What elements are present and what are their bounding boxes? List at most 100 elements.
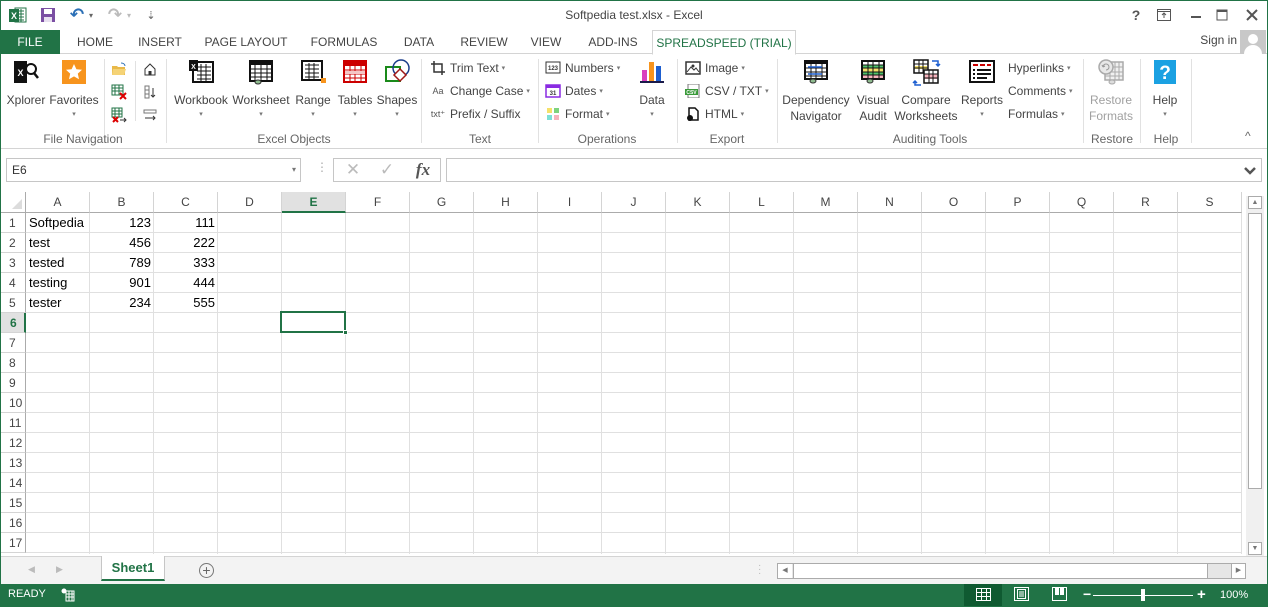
- column-header-e[interactable]: E: [282, 192, 346, 213]
- row-header-3[interactable]: 3: [0, 253, 26, 273]
- confirm-entry-icon[interactable]: ✓: [372, 160, 402, 180]
- column-header-m[interactable]: M: [794, 192, 858, 213]
- column-header-a[interactable]: A: [26, 192, 90, 213]
- horizontal-scrollbar[interactable]: ◀ ▶: [777, 563, 1246, 579]
- ribbon-display-options-icon[interactable]: [1152, 4, 1176, 26]
- data-button[interactable]: Data ▾: [634, 58, 670, 120]
- row-header-9[interactable]: 9: [0, 373, 26, 393]
- row-header-4[interactable]: 4: [0, 273, 26, 293]
- column-header-l[interactable]: L: [730, 192, 794, 213]
- worksheet-button[interactable]: Worksheet ▾: [231, 58, 291, 120]
- row-header-2[interactable]: 2: [0, 233, 26, 253]
- tab-insert[interactable]: INSERT: [132, 30, 188, 54]
- new-sheet-icon[interactable]: +: [199, 563, 214, 578]
- close-icon[interactable]: [1240, 4, 1264, 26]
- tab-data[interactable]: DATA: [394, 30, 444, 54]
- cancel-entry-icon[interactable]: ✕: [338, 160, 368, 180]
- cell-c3[interactable]: 333: [154, 253, 218, 273]
- restore-formats-button[interactable]: Restore Formats: [1086, 58, 1136, 124]
- scroll-up-button[interactable]: ▲: [1248, 196, 1262, 209]
- column-header-n[interactable]: N: [858, 192, 922, 213]
- previous-sheet-icon[interactable]: ◀: [28, 564, 35, 575]
- tables-button[interactable]: Tables ▾: [334, 58, 376, 120]
- reports-button[interactable]: Reports ▾: [960, 58, 1004, 120]
- favorites-button[interactable]: Favorites ▾: [48, 58, 100, 120]
- home-button[interactable]: [142, 59, 162, 79]
- row-header-1[interactable]: 1: [0, 213, 26, 233]
- cell-a4[interactable]: testing: [26, 273, 90, 293]
- zoom-slider-thumb[interactable]: [1141, 589, 1145, 601]
- column-header-o[interactable]: O: [922, 192, 986, 213]
- csv-txt-button[interactable]: CSV CSV / TXT ▾: [685, 81, 769, 101]
- column-header-r[interactable]: R: [1114, 192, 1178, 213]
- sign-in-link[interactable]: Sign in: [1200, 33, 1237, 47]
- cell-b3[interactable]: 789: [90, 253, 154, 273]
- sheet-tab-sheet1[interactable]: Sheet1: [101, 556, 165, 581]
- row-header-11[interactable]: 11: [0, 413, 26, 433]
- scroll-down-button[interactable]: ▼: [1248, 542, 1262, 555]
- cell-a5[interactable]: tester: [26, 293, 90, 313]
- visual-audit-button[interactable]: Visual Audit: [854, 58, 892, 124]
- move-sheets-button[interactable]: [142, 105, 162, 125]
- tab-view[interactable]: VIEW: [524, 30, 568, 54]
- zoom-level[interactable]: 100%: [1220, 589, 1248, 601]
- page-layout-view-button[interactable]: [1002, 584, 1040, 607]
- formulas-button[interactable]: Formulas ▾: [1008, 104, 1065, 124]
- cell-a3[interactable]: tested: [26, 253, 90, 273]
- zoom-out-button[interactable]: −: [1083, 586, 1091, 602]
- name-box-input[interactable]: [7, 159, 277, 181]
- tab-split-handle[interactable]: · · ·: [758, 561, 762, 579]
- row-header-16[interactable]: 16: [0, 513, 26, 533]
- cell-c4[interactable]: 444: [154, 273, 218, 293]
- expand-formula-bar-icon[interactable]: [1243, 163, 1257, 180]
- open-folder-button[interactable]: [111, 59, 131, 79]
- format-button[interactable]: Format ▾: [545, 104, 610, 124]
- formula-bar-resize-handle[interactable]: ⋮: [316, 160, 328, 174]
- comments-button[interactable]: Comments ▾: [1008, 81, 1073, 101]
- row-header-6[interactable]: 6: [0, 313, 26, 333]
- active-cell-selection[interactable]: [280, 311, 348, 335]
- cell-c1[interactable]: 111: [154, 213, 218, 233]
- help-ribbon-button[interactable]: ? Help ▾: [1146, 58, 1184, 120]
- tab-file[interactable]: FILE: [0, 30, 60, 54]
- row-header-15[interactable]: 15: [0, 493, 26, 513]
- formula-input[interactable]: [447, 159, 1227, 181]
- dependency-navigator-button[interactable]: Dependency Navigator: [780, 58, 852, 124]
- workbook-button[interactable]: X Workbook ▾: [171, 58, 231, 120]
- tab-review[interactable]: REVIEW: [454, 30, 514, 54]
- row-header-17[interactable]: 17: [0, 533, 26, 553]
- row-header-10[interactable]: 10: [0, 393, 26, 413]
- fill-handle[interactable]: [343, 330, 348, 335]
- cell-b5[interactable]: 234: [90, 293, 154, 313]
- trim-text-button[interactable]: Trim Text ▾: [430, 58, 505, 78]
- range-button[interactable]: Range ▾: [292, 58, 334, 120]
- tab-add-ins[interactable]: ADD-INS: [580, 30, 646, 54]
- minimize-icon[interactable]: [1184, 4, 1208, 26]
- spreadsheet-grid[interactable]: ABCDEFGHIJKLMNOPQRS 1 2 3 4 5 6 7 8 9 10 11 12 13 14 1…: [0, 192, 1244, 554]
- prefix-suffix-button[interactable]: txt⁺ Prefix / Suffix: [430, 104, 521, 124]
- cell-a1[interactable]: Softpedia: [26, 213, 90, 233]
- column-header-h[interactable]: H: [474, 192, 538, 213]
- compare-worksheets-button[interactable]: Compare Worksheets: [894, 58, 958, 124]
- column-header-d[interactable]: D: [218, 192, 282, 213]
- macro-recording-icon[interactable]: [61, 588, 75, 602]
- sort-sheets-button[interactable]: [142, 82, 162, 102]
- hyperlinks-button[interactable]: Hyperlinks ▾: [1008, 58, 1071, 78]
- shapes-button[interactable]: Shapes ▾: [376, 58, 418, 120]
- close-workbook-button[interactable]: [111, 82, 131, 102]
- name-box-dropdown-icon[interactable]: ▾: [292, 165, 296, 174]
- numbers-button[interactable]: 123 Numbers ▾: [545, 58, 620, 78]
- column-header-s[interactable]: S: [1178, 192, 1242, 213]
- column-header-c[interactable]: C: [154, 192, 218, 213]
- row-header-5[interactable]: 5: [0, 293, 26, 313]
- column-header-k[interactable]: K: [666, 192, 730, 213]
- maximize-icon[interactable]: [1210, 4, 1234, 26]
- tab-spreadspeed[interactable]: SPREADSPEED (TRIAL): [652, 30, 796, 55]
- tab-home[interactable]: HOME: [68, 30, 122, 54]
- column-header-q[interactable]: Q: [1050, 192, 1114, 213]
- column-header-i[interactable]: I: [538, 192, 602, 213]
- column-header-g[interactable]: G: [410, 192, 474, 213]
- cell-b1[interactable]: 123: [90, 213, 154, 233]
- vertical-scroll-thumb[interactable]: [1248, 213, 1262, 489]
- cell-b2[interactable]: 456: [90, 233, 154, 253]
